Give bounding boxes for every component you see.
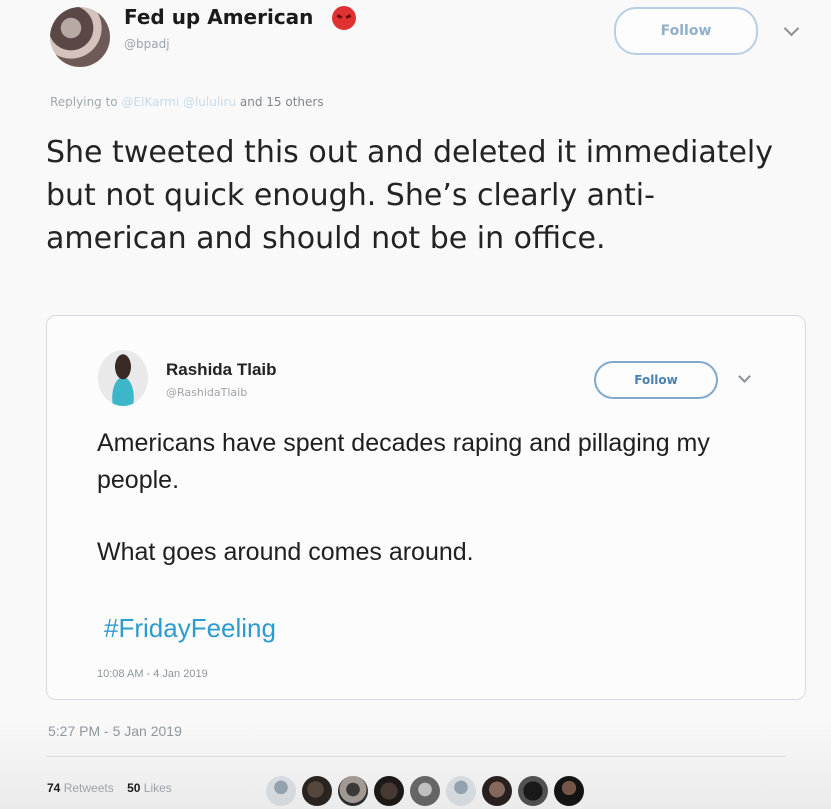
divider — [46, 756, 786, 757]
quoted-follow-button[interactable]: Follow — [594, 361, 718, 399]
tweet-timestamp[interactable]: 5:27 PM - 5 Jan 2019 — [48, 723, 182, 739]
liker-avatar-1[interactable] — [266, 776, 296, 806]
quoted-paragraph-1: Americans have spent decades raping and … — [97, 429, 710, 494]
liker-avatar-2[interactable] — [302, 776, 332, 806]
quoted-timestamp[interactable]: 10:08 AM - 4 Jan 2019 — [97, 668, 208, 680]
author-name[interactable]: Fed up American — [124, 5, 313, 29]
liker-avatar-4[interactable] — [374, 776, 404, 806]
liker-avatars — [266, 772, 616, 808]
replying-to-prefix: Replying to — [50, 95, 118, 109]
liker-avatar-6[interactable] — [446, 776, 476, 806]
engagement-stats: 74 Retweets 50 Likes — [47, 781, 172, 795]
tweet-text: She tweeted this out and deleted it imme… — [46, 135, 774, 256]
like-label[interactable]: Likes — [144, 781, 172, 795]
angry-face-icon — [332, 6, 356, 30]
quoted-author-name[interactable]: Rashida Tlaib — [166, 360, 277, 380]
liker-avatar-5[interactable] — [410, 776, 440, 806]
liker-avatar-7[interactable] — [482, 776, 512, 806]
quoted-tweet-text: Americans have spent decades raping and … — [97, 425, 777, 606]
tweet-screenshot: Fed up American @bpadj Follow Replying t… — [0, 0, 831, 809]
chevron-down-icon[interactable] — [783, 20, 800, 37]
quoted-author-avatar[interactable] — [98, 350, 148, 406]
author-avatar[interactable] — [50, 7, 110, 67]
liker-avatar-3[interactable] — [338, 776, 368, 806]
hashtag-link[interactable]: #FridayFeeling — [104, 613, 276, 644]
reply-mentions[interactable]: @ElKarmi @lululiru — [121, 95, 236, 109]
liker-avatar-8[interactable] — [518, 776, 548, 806]
quoted-author-handle[interactable]: @RashidaTlaib — [166, 386, 247, 399]
follow-button[interactable]: Follow — [614, 7, 758, 55]
quoted-paragraph-2: What goes around comes around. — [97, 538, 474, 566]
replying-to: Replying to @ElKarmi @lululiru and 15 ot… — [50, 95, 324, 109]
reply-others[interactable]: and 15 others — [240, 95, 324, 109]
author-handle[interactable]: @bpadj — [124, 37, 170, 51]
retweet-label[interactable]: Retweets — [64, 781, 114, 795]
liker-avatar-9[interactable] — [554, 776, 584, 806]
like-count[interactable]: 50 — [127, 781, 140, 795]
retweet-count[interactable]: 74 — [47, 781, 60, 795]
